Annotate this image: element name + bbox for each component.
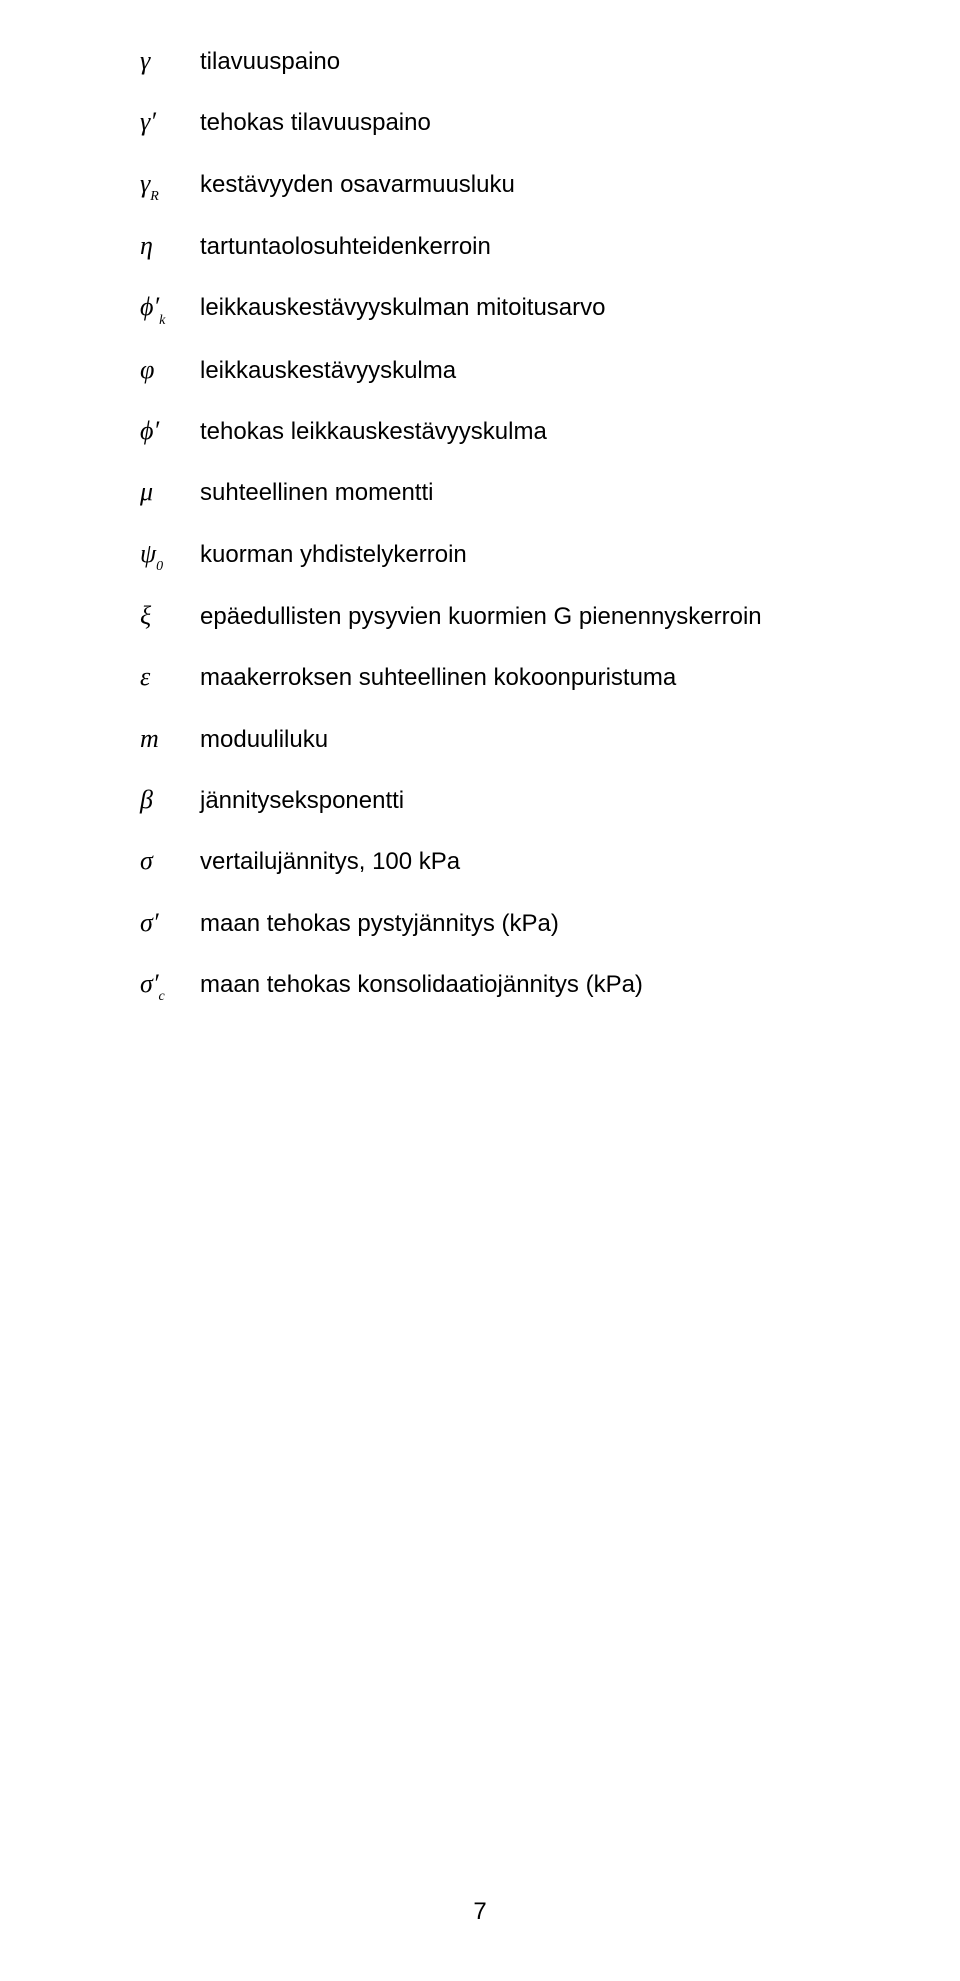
description: jännityseksponentti (200, 785, 404, 817)
definition-row: σ′cmaan tehokas konsolidaatiojännitys (k… (140, 969, 860, 1002)
symbol: β (140, 787, 200, 813)
symbol: ξ (140, 603, 200, 629)
description: epäedullisten pysyvien kuormien G pienen… (200, 601, 762, 633)
definition-row: φleikkauskestävyyskulma (140, 355, 860, 387)
description: moduuliluku (200, 724, 328, 756)
definition-row: γ′tehokas tilavuuspaino (140, 107, 860, 139)
symbol: ϕ′k (140, 294, 200, 325)
symbol: η (140, 233, 200, 259)
description: leikkauskestävyyskulma (200, 355, 456, 387)
symbol: σ (140, 848, 200, 874)
symbol: γ (140, 48, 200, 74)
description: maakerroksen suhteellinen kokoonpuristum… (200, 662, 676, 694)
symbol: ε (140, 664, 200, 690)
definition-row: βjännityseksponentti (140, 785, 860, 817)
symbol: ψ0 (140, 541, 200, 572)
symbol: σ′c (140, 971, 200, 1002)
symbol: φ (140, 357, 200, 383)
description: kuorman yhdistelykerroin (200, 539, 467, 571)
description: maan tehokas konsolidaatiojännitys (kPa) (200, 969, 643, 1001)
page-number: 7 (0, 1898, 960, 1926)
definition-row: ηtartuntaolosuhteidenkerroin (140, 231, 860, 263)
symbol: σ′ (140, 910, 200, 936)
definition-row: ψ0kuorman yhdistelykerroin (140, 539, 860, 572)
description: vertailujännitys, 100 kPa (200, 846, 460, 878)
description: kestävyyden osavarmuusluku (200, 169, 515, 201)
description: tilavuuspaino (200, 46, 340, 78)
symbol-list: γtilavuuspainoγ′tehokas tilavuuspainoγRk… (140, 46, 860, 1002)
symbol: γR (140, 171, 200, 202)
definition-row: γRkestävyyden osavarmuusluku (140, 169, 860, 202)
symbol: γ′ (140, 109, 200, 135)
definition-row: ϕ′kleikkauskestävyyskulman mitoitusarvo (140, 292, 860, 325)
definition-row: ξepäedullisten pysyvien kuormien G piene… (140, 601, 860, 633)
definition-row: γtilavuuspaino (140, 46, 860, 78)
definition-row: μsuhteellinen momentti (140, 477, 860, 509)
description: tehokas leikkauskestävyyskulma (200, 416, 547, 448)
definition-row: σ′maan tehokas pystyjännitys (kPa) (140, 908, 860, 940)
description: tartuntaolosuhteidenkerroin (200, 231, 491, 263)
description: suhteellinen momentti (200, 477, 433, 509)
definition-row: mmoduuliluku (140, 724, 860, 756)
definition-row: σvertailujännitys, 100 kPa (140, 846, 860, 878)
symbol: μ (140, 479, 200, 505)
description: leikkauskestävyyskulman mitoitusarvo (200, 292, 605, 324)
symbol: ϕ′ (140, 418, 200, 444)
symbol: m (140, 726, 200, 752)
description: tehokas tilavuuspaino (200, 107, 431, 139)
definition-row: ϕ′tehokas leikkauskestävyyskulma (140, 416, 860, 448)
description: maan tehokas pystyjännitys (kPa) (200, 908, 559, 940)
definition-row: εmaakerroksen suhteellinen kokoonpuristu… (140, 662, 860, 694)
page: γtilavuuspainoγ′tehokas tilavuuspainoγRk… (0, 0, 960, 1981)
